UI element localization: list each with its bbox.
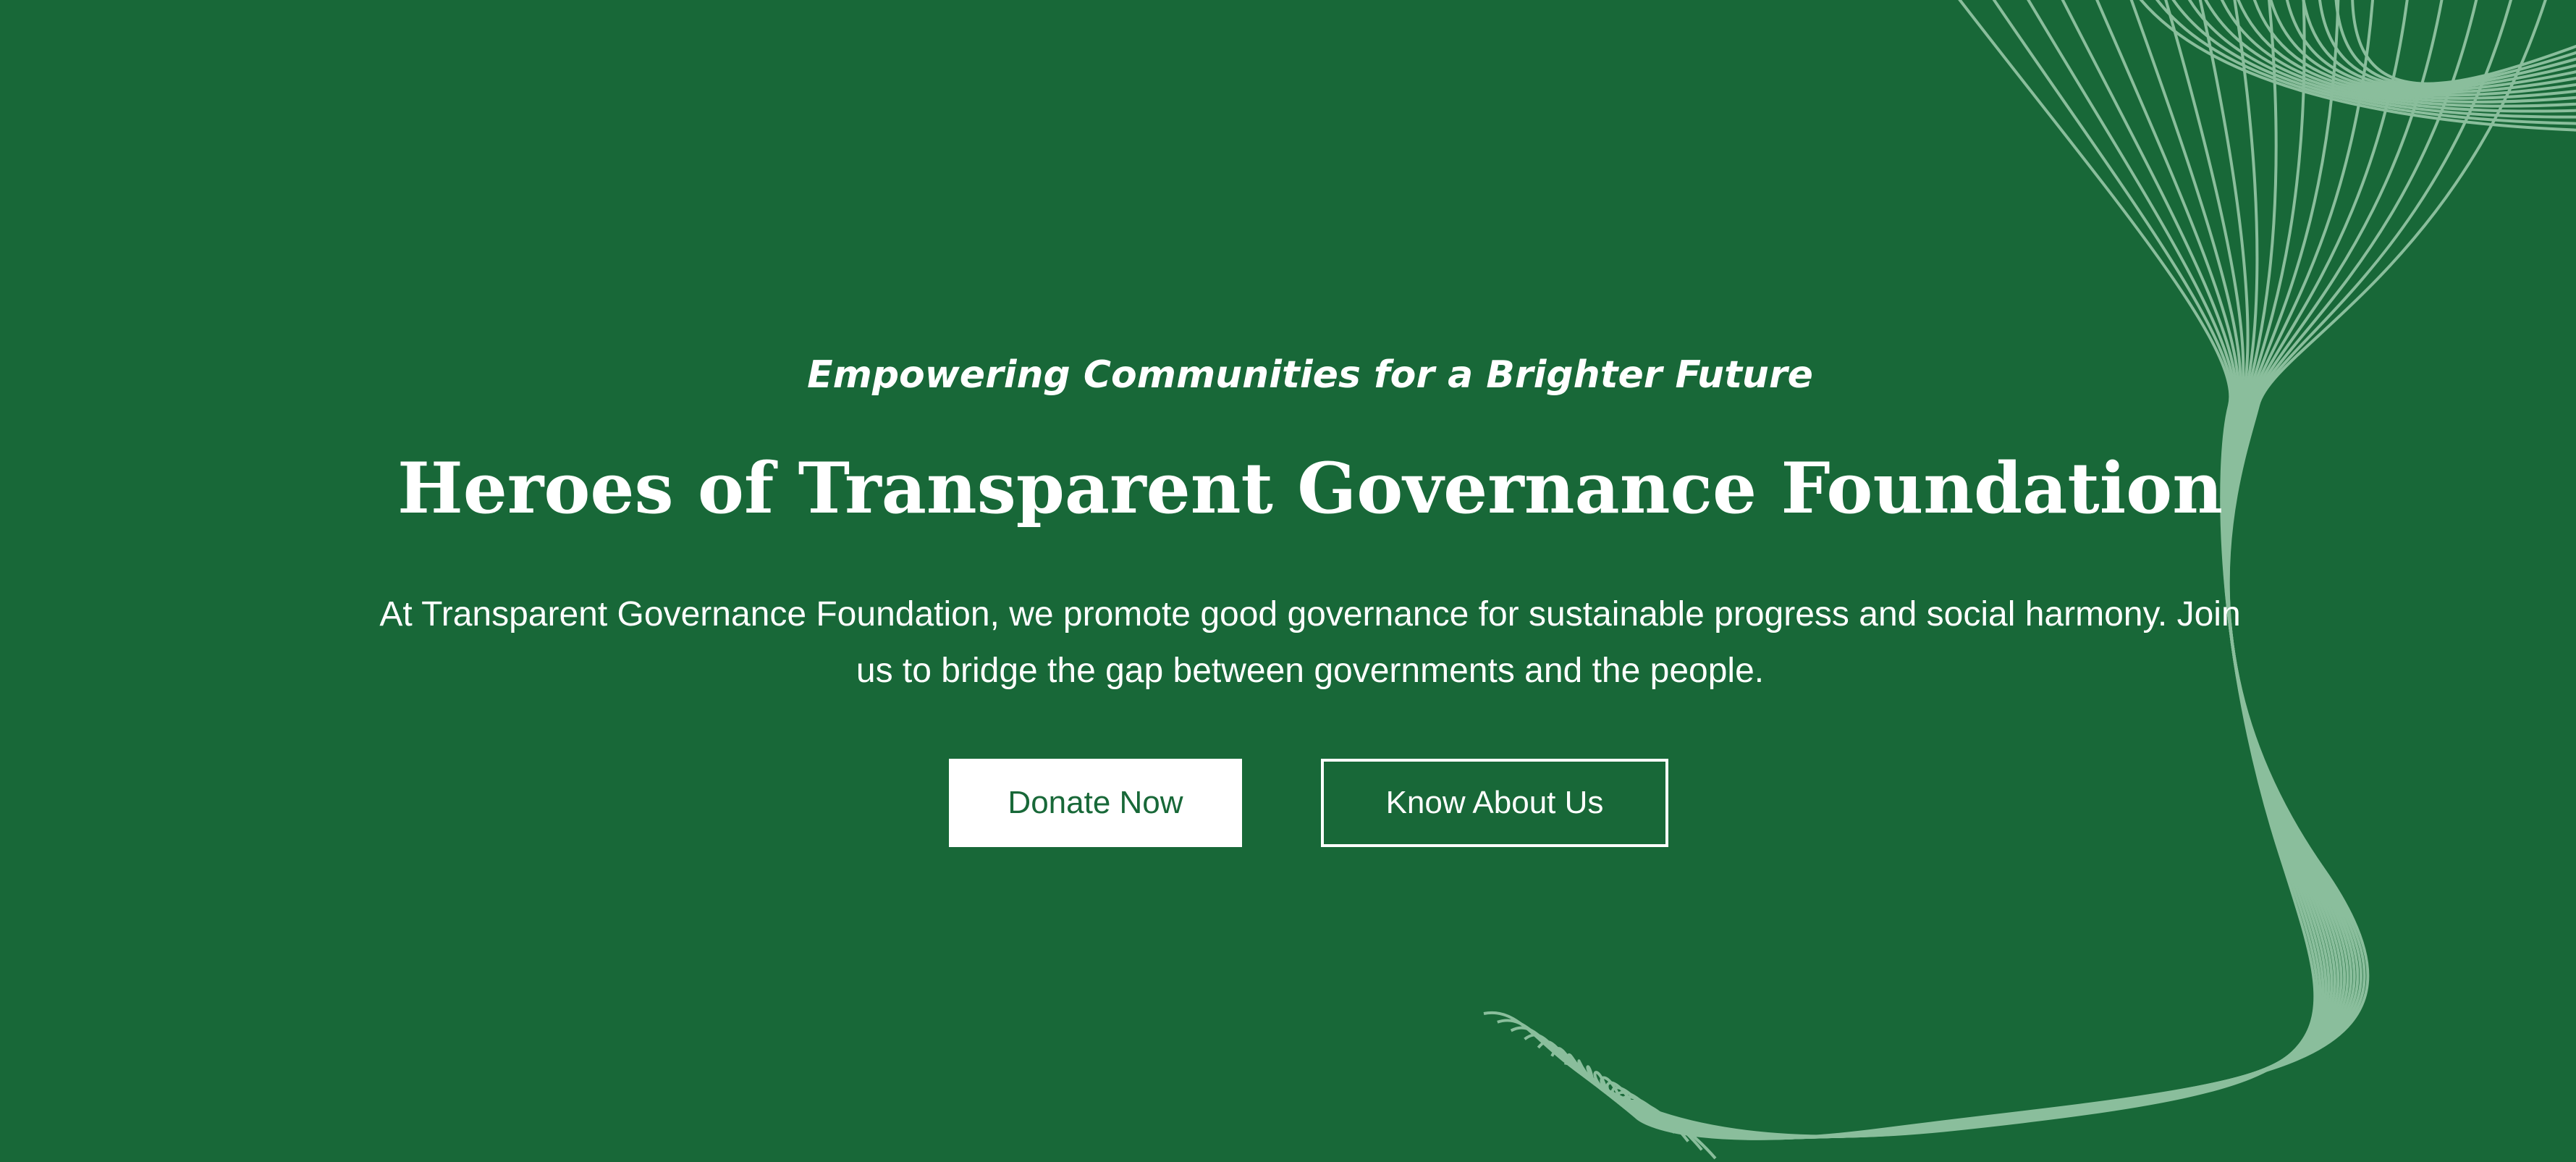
hero-tagline: Empowering Communities for a Brighter Fu… bbox=[807, 353, 1813, 397]
know-about-us-button[interactable]: Know About Us bbox=[1321, 759, 1668, 847]
hero-content: Empowering Communities for a Brighter Fu… bbox=[0, 0, 2576, 1162]
hero-description: At Transparent Governance Foundation, we… bbox=[379, 595, 2241, 690]
hero-section: Empowering Communities for a Brighter Fu… bbox=[0, 0, 2576, 1162]
donate-now-button[interactable]: Donate Now bbox=[949, 759, 1242, 847]
hero-title: Heroes of Transparent Governance Foundat… bbox=[397, 447, 2223, 529]
